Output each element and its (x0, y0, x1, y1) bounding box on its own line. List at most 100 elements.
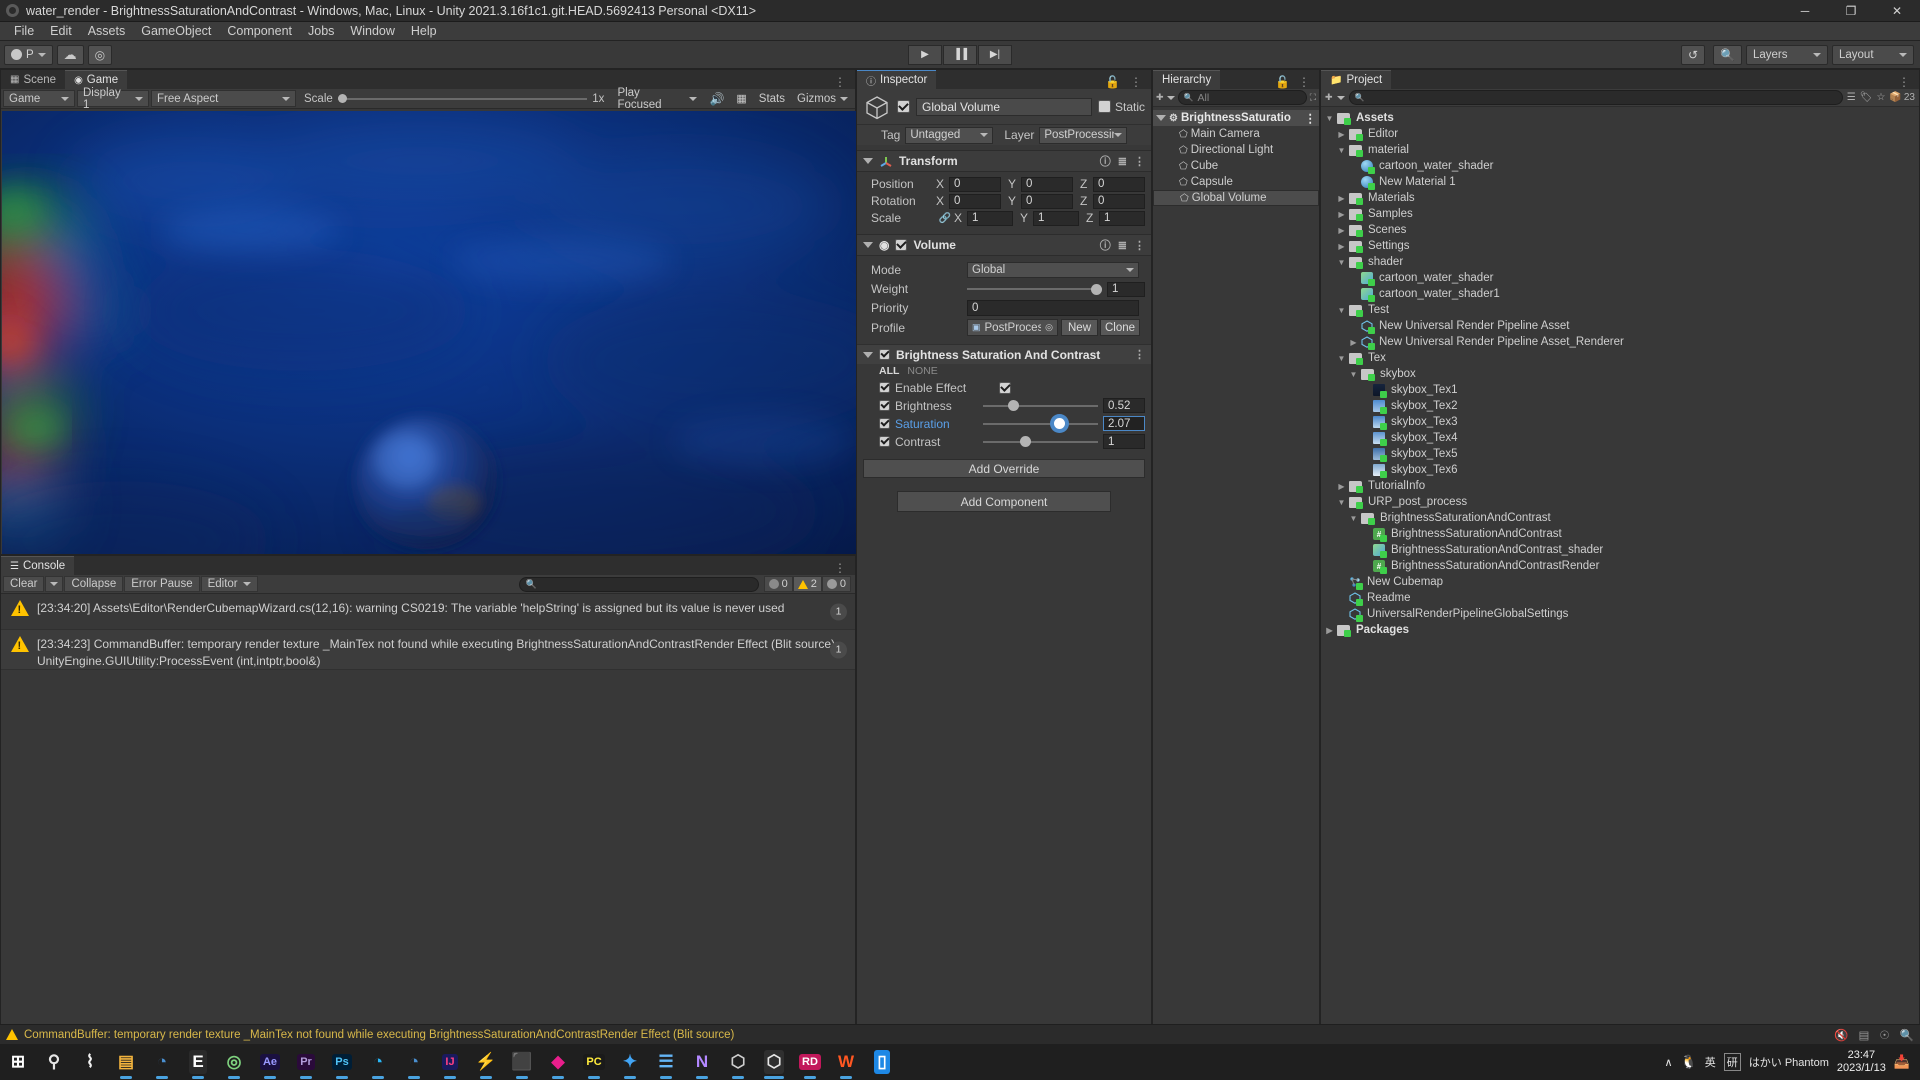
app-pc[interactable]: PC (576, 1044, 612, 1080)
status-bar[interactable]: CommandBuffer: temporary render texture … (0, 1024, 1920, 1044)
scene-menu-icon[interactable]: ⋮ (1305, 111, 1320, 125)
step-button[interactable]: ▶| (978, 44, 1012, 65)
add-override-button[interactable]: Add Override (863, 459, 1145, 478)
filter-by-type-icon[interactable]: ☰ (1847, 92, 1856, 103)
app-windows-tiles[interactable]: ⬛ (504, 1044, 540, 1080)
static-checkbox[interactable] (1097, 100, 1111, 113)
app-charts[interactable]: ☰ (648, 1044, 684, 1080)
game-panel-menu-icon[interactable]: ⋮ (826, 75, 855, 89)
project-tree-item[interactable]: skybox_Tex6 (1321, 462, 1919, 478)
project-tree-item[interactable]: # BrightnessSaturationAndContrastRender (1321, 558, 1919, 574)
enable-effect-override-checkbox[interactable] (879, 382, 890, 393)
profile-object-field[interactable]: ▣ PostProcessing' ◎ (967, 319, 1058, 336)
editor-dropdown-button[interactable]: Editor (200, 576, 258, 592)
layers-icon[interactable]: ▤ (1858, 1028, 1869, 1042)
collapse-triangle-icon[interactable]: ▼ (1337, 498, 1346, 507)
project-tree-item[interactable]: New Material 1 (1321, 174, 1919, 190)
new-profile-button[interactable]: New (1061, 319, 1098, 336)
menu-file[interactable]: File (6, 22, 42, 41)
gameobject-name-input[interactable]: Global Volume (916, 97, 1092, 116)
collapse-triangle-icon[interactable]: ▼ (1337, 146, 1346, 155)
project-tree-item[interactable]: New Universal Render Pipeline Asset (1321, 318, 1919, 334)
brightness-slider[interactable] (983, 398, 1098, 413)
app-phone-link[interactable]: ▯ (864, 1044, 900, 1080)
menu-jobs[interactable]: Jobs (300, 22, 342, 41)
cloud-button[interactable]: ☁ (56, 44, 84, 65)
project-tree-item[interactable]: ▶ Samples (1321, 206, 1919, 222)
lock-icon[interactable]: 🔓 (1105, 75, 1121, 89)
project-tree-item[interactable]: ▼ BrightnessSaturationAndContrast (1321, 510, 1919, 526)
saturation-input[interactable]: 2.07 (1103, 416, 1145, 431)
collapse-button[interactable]: Collapse (64, 576, 124, 592)
hierarchy-item-cube[interactable]: ⬠ Cube (1153, 158, 1319, 174)
tab-project[interactable]: 📁 Project (1321, 70, 1392, 89)
app-epic-games[interactable]: E (180, 1044, 216, 1080)
project-tree-item[interactable]: Readme (1321, 590, 1919, 606)
app-after-effects[interactable]: Ae (252, 1044, 288, 1080)
hierarchy-panel-menu-icon[interactable]: ⋮ (1298, 75, 1311, 89)
rotation-y-input[interactable]: 0 (1021, 193, 1073, 209)
weight-slider[interactable] (967, 282, 1102, 297)
brightness-input[interactable]: 0.52 (1103, 398, 1145, 413)
app-slack[interactable]: ⌇ (72, 1044, 108, 1080)
project-tree-item[interactable]: ▼ shader (1321, 254, 1919, 270)
penguin-icon[interactable]: 🐧 (1681, 1054, 1697, 1070)
project-tree-item[interactable]: cartoon_water_shader (1321, 158, 1919, 174)
undo-history-button[interactable]: ↺ (1680, 44, 1706, 65)
priority-input[interactable]: 0 (967, 300, 1139, 316)
app-blue-bird[interactable]: ✦ (612, 1044, 648, 1080)
project-tree-item[interactable]: ▼ Test (1321, 302, 1919, 318)
project-panel-menu-icon[interactable]: ⋮ (1890, 75, 1919, 89)
project-tree-item[interactable]: ▼ skybox (1321, 366, 1919, 382)
stats-button[interactable]: Stats (754, 90, 790, 107)
app-photoshop[interactable]: Ps (324, 1044, 360, 1080)
collapse-triangle-icon[interactable] (863, 242, 873, 248)
package-badge[interactable]: 📦 23 (1889, 92, 1915, 103)
project-tree-item[interactable]: ▶ Editor (1321, 126, 1919, 142)
maximize-button[interactable]: ❐ (1828, 0, 1874, 22)
transform-menu-icon[interactable]: ⋮ (1134, 155, 1145, 168)
expand-triangle-icon[interactable]: ▶ (1337, 130, 1346, 139)
tab-scene[interactable]: ▦ Scene (1, 70, 66, 89)
clear-dropdown-button[interactable] (45, 576, 64, 592)
collapse-triangle-icon[interactable]: ▼ (1325, 114, 1334, 123)
saturation-slider[interactable] (983, 416, 1098, 431)
menu-gameobject[interactable]: GameObject (133, 22, 219, 41)
minimize-button[interactable]: ─ (1782, 0, 1828, 22)
scale-z-input[interactable]: 1 (1099, 210, 1145, 226)
collapse-triangle-icon[interactable]: ▼ (1337, 258, 1346, 267)
collapse-triangle-icon[interactable]: ▼ (1349, 370, 1358, 379)
info-count[interactable]: 0 (763, 576, 793, 592)
search-icon[interactable]: ⚲ (36, 1044, 72, 1080)
expand-triangle-icon[interactable]: ▶ (1325, 626, 1334, 635)
menu-edit[interactable]: Edit (42, 22, 80, 41)
layout-dropdown[interactable]: Layout (1832, 44, 1914, 65)
expand-triangle-icon[interactable]: ▶ (1337, 242, 1346, 251)
services-button[interactable]: ◎ (87, 44, 113, 65)
account-button[interactable]: P (4, 44, 53, 65)
help-icon[interactable]: ⓘ (1100, 153, 1111, 169)
project-tree-item[interactable]: ▶ New Universal Render Pipeline Asset_Ren… (1321, 334, 1919, 350)
app-intellij[interactable]: IJ (432, 1044, 468, 1080)
hierarchy-search-input[interactable]: 🔍 All (1177, 90, 1307, 105)
project-tree-item[interactable]: BrightnessSaturationAndContrast_shader (1321, 542, 1919, 558)
console-panel-menu-icon[interactable]: ⋮ (826, 561, 855, 575)
chevron-down-icon[interactable] (1166, 95, 1175, 100)
layer-dropdown[interactable]: PostProcessing (1039, 126, 1128, 144)
clone-profile-button[interactable]: Clone (1100, 319, 1140, 336)
position-x-input[interactable]: 0 (949, 176, 1001, 192)
app-unity-1[interactable]: ⬡ (720, 1044, 756, 1080)
project-tree-item[interactable]: ▶ Packages (1321, 622, 1919, 638)
app-file-explorer[interactable]: ▤ (108, 1044, 144, 1080)
rotation-x-input[interactable]: 0 (949, 193, 1001, 209)
help-icon[interactable]: ⓘ (1100, 237, 1111, 253)
transform-component-header[interactable]: Transform ⓘ ≣ ⋮ (857, 150, 1151, 172)
gameobject-active-checkbox[interactable] (897, 100, 910, 113)
menu-assets[interactable]: Assets (80, 22, 134, 41)
enable-effect-checkbox[interactable] (999, 381, 1011, 394)
saturation-override-checkbox[interactable] (879, 418, 890, 429)
position-y-input[interactable]: 0 (1021, 176, 1073, 192)
collapse-triangle-icon[interactable]: ▼ (1337, 306, 1346, 315)
mute-audio-button[interactable]: 🔊 (704, 90, 729, 107)
play-mode-dropdown[interactable]: Play Focused (612, 87, 702, 111)
